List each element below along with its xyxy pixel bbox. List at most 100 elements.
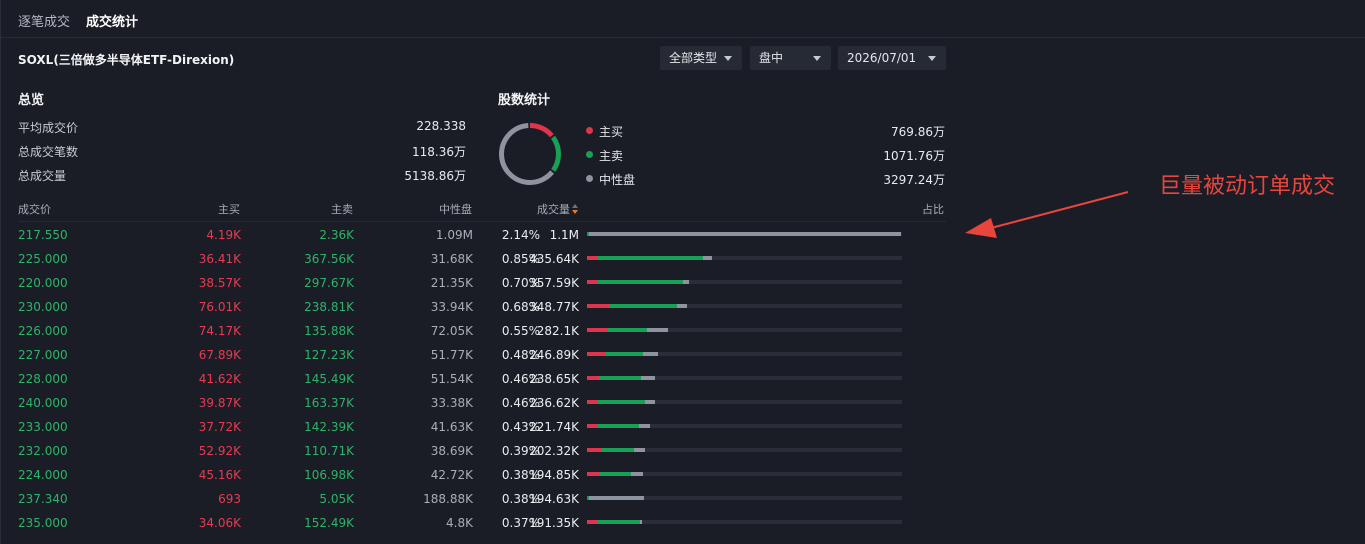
volume-bar xyxy=(587,424,902,428)
tab-bar: 逐笔成交 成交统计 xyxy=(1,0,1365,38)
sell-cell: 163.37K xyxy=(304,396,354,410)
col-header-sell[interactable]: 主卖 xyxy=(331,201,353,217)
sell-cell: 145.49K xyxy=(304,372,354,386)
buy-cell: 41.62K xyxy=(198,372,241,386)
volume-bar-sell xyxy=(597,256,703,260)
trade-stats-panel: 逐笔成交 成交统计 SOXL(三倍做多半导体ETF-Direxion) 全部类型… xyxy=(0,0,1365,544)
price-cell: 224.000 xyxy=(18,468,68,482)
col-header-neutral[interactable]: 中性盘 xyxy=(439,201,472,217)
type-filter-dropdown[interactable]: 全部类型 xyxy=(660,46,742,70)
table-row[interactable]: 240.000 39.87K 163.37K 33.38K 236.62K 0.46% xyxy=(1,390,961,414)
table-row[interactable]: 227.000 67.89K 127.23K 51.77K 246.89K 0.48% xyxy=(1,342,961,366)
table-row[interactable]: 237.340 693 5.05K 188.88K 194.63K 0.38% xyxy=(1,486,961,510)
table-row[interactable]: 233.000 37.72K 142.39K 41.63K 221.74K 0.43% xyxy=(1,414,961,438)
ratio-cell: 0.37% xyxy=(501,516,540,530)
share-stats-title: 股数统计 xyxy=(498,93,551,108)
overview-label: 总成交笔数 xyxy=(18,145,79,159)
neutral-cell: 42.72K xyxy=(430,468,473,482)
volume-bar-sell xyxy=(606,352,643,356)
legend-label: 主买 xyxy=(599,125,624,139)
volume-bar xyxy=(587,328,902,332)
neutral-cell: 4.8K xyxy=(446,516,473,530)
volume-cell: 1.1M xyxy=(549,228,579,242)
table-row[interactable]: 228.000 41.62K 145.49K 51.54K 238.65K 0.46% xyxy=(1,366,961,390)
col-header-volume[interactable]: 成交量 xyxy=(537,201,578,217)
price-cell: 217.550 xyxy=(18,228,68,242)
table-row[interactable]: 235.000 34.06K 152.49K 4.8K 191.35K 0.37% xyxy=(1,510,961,534)
sell-cell: 5.05K xyxy=(319,492,354,506)
buy-cell: 39.87K xyxy=(198,396,241,410)
volume-bar-sell xyxy=(608,328,648,332)
neutral-cell: 21.35K xyxy=(430,276,473,290)
col-header-ratio[interactable]: 占比 xyxy=(922,201,944,217)
volume-bar-buy xyxy=(587,352,607,356)
ratio-cell: 0.39% xyxy=(501,444,540,458)
neutral-dot-icon xyxy=(586,175,593,182)
overview-value: 228.338 xyxy=(416,119,466,133)
volume-bar xyxy=(587,256,902,260)
table-row[interactable]: 226.000 74.17K 135.88K 72.05K 282.1K 0.55% xyxy=(1,318,961,342)
ratio-cell: 2.14% xyxy=(501,228,540,242)
tab-tick-trades[interactable]: 逐笔成交 xyxy=(18,11,70,30)
ratio-cell: 0.38% xyxy=(501,468,540,482)
sell-cell: 110.71K xyxy=(304,444,354,458)
neutral-cell: 31.68K xyxy=(430,252,473,266)
volume-bar-buy xyxy=(587,520,597,524)
volume-bar-sell xyxy=(596,520,641,524)
sell-cell: 2.36K xyxy=(319,228,354,242)
sort-icon[interactable] xyxy=(572,204,578,214)
volume-bar-buy xyxy=(587,424,598,428)
volume-bar-buy xyxy=(587,448,603,452)
neutral-cell: 38.69K xyxy=(430,444,473,458)
price-cell: 232.000 xyxy=(18,444,68,458)
price-cell: 227.000 xyxy=(18,348,68,362)
sell-dot-icon xyxy=(586,151,593,158)
date-filter-dropdown[interactable]: 2026/07/01 xyxy=(838,46,946,70)
annotation-arrow-line xyxy=(990,191,1129,229)
volume-bar-neutral xyxy=(645,400,655,404)
price-cell: 240.000 xyxy=(18,396,68,410)
table-row[interactable]: 230.000 76.01K 238.81K 33.94K 348.77K 0.68% xyxy=(1,294,961,318)
sell-cell: 238.81K xyxy=(304,300,354,314)
ratio-cell: 0.38% xyxy=(501,492,540,506)
table-row[interactable]: 220.000 38.57K 297.67K 21.35K 357.59K 0.70% xyxy=(1,270,961,294)
sell-cell: 127.23K xyxy=(304,348,354,362)
ratio-cell: 0.46% xyxy=(501,396,540,410)
col-header-price[interactable]: 成交价 xyxy=(18,201,51,217)
volume-bar-neutral xyxy=(630,472,643,476)
table-row[interactable]: 232.000 52.92K 110.71K 38.69K 202.32K 0.39% xyxy=(1,438,961,462)
table-row[interactable]: 224.000 45.16K 106.98K 42.72K 194.85K 0.38% xyxy=(1,462,961,486)
chevron-down-icon xyxy=(724,56,732,61)
volume-bar-sell xyxy=(608,304,678,308)
overview-value: 5138.86万 xyxy=(404,169,466,183)
price-cell: 226.000 xyxy=(18,324,68,338)
table-row[interactable]: 225.000 36.41K 367.56K 31.68K 435.64K 0.85% xyxy=(1,246,961,270)
volume-bar-neutral xyxy=(677,304,687,308)
volume-bar xyxy=(587,280,902,284)
volume-bar xyxy=(587,448,902,452)
ratio-cell: 0.68% xyxy=(501,300,540,314)
volume-bar xyxy=(587,472,902,476)
volume-bar-sell xyxy=(598,376,641,380)
col-header-volume-label: 成交量 xyxy=(537,203,570,216)
price-cell: 225.000 xyxy=(18,252,68,266)
ratio-cell: 0.55% xyxy=(501,324,540,338)
neutral-cell: 188.88K xyxy=(423,492,473,506)
buy-cell: 4.19K xyxy=(206,228,241,242)
volume-bar xyxy=(587,400,902,404)
buy-cell: 693 xyxy=(218,492,241,506)
table-row[interactable]: 217.550 4.19K 2.36K 1.09M 1.1M 2.14% xyxy=(1,222,961,246)
volume-bar-buy xyxy=(587,256,598,260)
volume-bar xyxy=(587,376,902,380)
annotation-arrow-head xyxy=(965,218,997,238)
volume-bar-sell xyxy=(602,448,634,452)
price-cell: 235.000 xyxy=(18,516,68,530)
buy-cell: 34.06K xyxy=(198,516,241,530)
volume-bar-buy xyxy=(587,400,599,404)
tab-trade-stats[interactable]: 成交统计 xyxy=(86,11,138,30)
buy-cell: 76.01K xyxy=(198,300,241,314)
buy-dot-icon xyxy=(586,127,593,134)
session-filter-dropdown[interactable]: 盘中 xyxy=(750,46,831,70)
col-header-buy[interactable]: 主买 xyxy=(218,201,240,217)
buy-cell: 45.16K xyxy=(198,468,241,482)
